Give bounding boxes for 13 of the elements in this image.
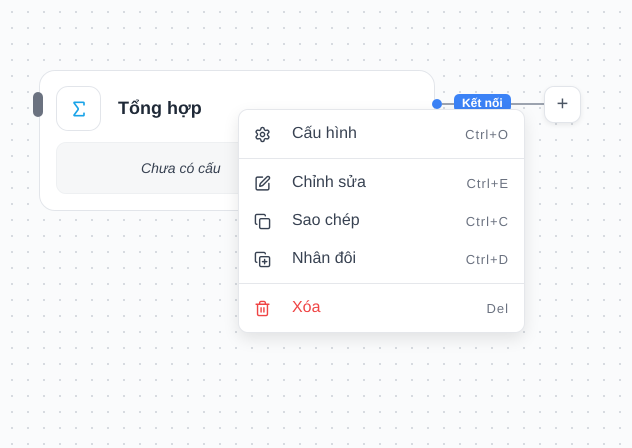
menu-item[interactable]: Nhân đôi Ctrl+D [239, 240, 524, 278]
duplicate-icon [254, 250, 271, 268]
settings-icon [254, 126, 271, 142]
edit-icon [254, 174, 271, 192]
copy-icon [254, 212, 271, 230]
menu-item[interactable]: Xóa Del [239, 289, 524, 327]
node-title: Tổng hợp [118, 98, 202, 119]
sigma-icon [56, 86, 101, 131]
trash-icon [254, 300, 271, 316]
add-button[interactable]: + [544, 86, 581, 123]
output-handle[interactable] [432, 99, 442, 109]
summary-text: Chưa có cấu [141, 160, 221, 176]
input-handle[interactable] [33, 92, 43, 117]
